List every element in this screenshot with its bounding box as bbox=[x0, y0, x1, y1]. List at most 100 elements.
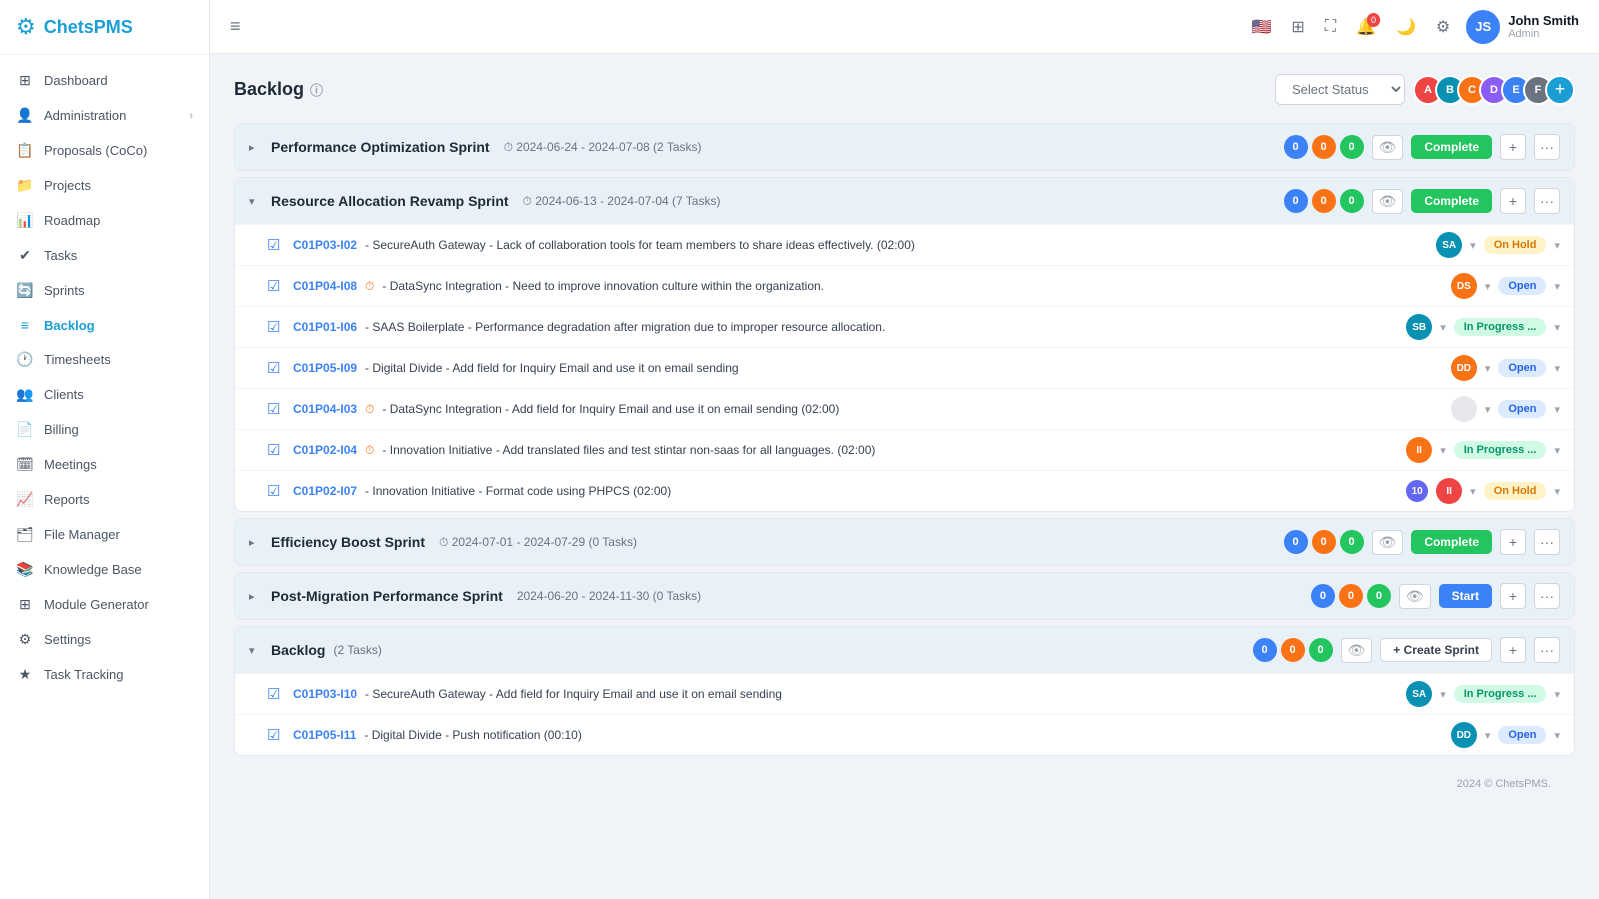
task-status-chevron[interactable]: ▾ bbox=[1554, 321, 1560, 334]
status-select[interactable]: Select Status Open In Progress On Hold C… bbox=[1275, 74, 1405, 105]
task-id[interactable]: C01P04-I03 bbox=[293, 402, 357, 416]
sidebar-item-module-generator[interactable]: ⊞ Module Generator bbox=[0, 587, 209, 622]
apps-icon[interactable]: ⊞ bbox=[1287, 13, 1308, 41]
sprint-complete-btn[interactable]: Complete bbox=[1411, 530, 1492, 554]
task-id[interactable]: C01P01-I06 bbox=[293, 320, 357, 334]
user-menu[interactable]: JS John Smith Admin bbox=[1466, 10, 1579, 44]
logo-icon: ⚙ bbox=[16, 14, 36, 40]
nav-label-reports: Reports bbox=[44, 492, 90, 507]
task-status-chevron[interactable]: ▾ bbox=[1554, 239, 1560, 252]
sidebar-item-clients[interactable]: 👥 Clients bbox=[0, 377, 209, 412]
task-expand-icon[interactable]: ▾ bbox=[1440, 444, 1446, 457]
sprint-eye-btn[interactable]: 👁 bbox=[1341, 638, 1373, 663]
settings-icon[interactable]: ⚙ bbox=[1432, 13, 1454, 41]
sidebar-item-dashboard[interactable]: ⊞ Dashboard bbox=[0, 63, 209, 98]
sprint-add-btn[interactable]: + bbox=[1500, 188, 1526, 214]
task-expand-icon[interactable]: ▾ bbox=[1485, 729, 1491, 742]
sprint-more-btn[interactable]: ··· bbox=[1534, 529, 1560, 555]
sprint-complete-btn[interactable]: Complete bbox=[1411, 135, 1492, 159]
sidebar-item-task-tracking[interactable]: ★ Task Tracking bbox=[0, 657, 209, 692]
task-status-chevron[interactable]: ▾ bbox=[1554, 280, 1560, 293]
sidebar-item-reports[interactable]: 📈 Reports bbox=[0, 482, 209, 517]
sidebar-item-knowledge-base[interactable]: 📚 Knowledge Base bbox=[0, 552, 209, 587]
task-row: ☑ C01P01-I06 - SAAS Boilerplate - Perfor… bbox=[235, 306, 1574, 347]
task-id[interactable]: C01P05-I09 bbox=[293, 361, 357, 375]
task-expand-icon[interactable]: ▾ bbox=[1440, 321, 1446, 334]
dark-mode-icon[interactable]: 🌙 bbox=[1392, 13, 1420, 41]
task-status-chevron[interactable]: ▾ bbox=[1554, 362, 1560, 375]
sprint-add-btn[interactable]: + bbox=[1500, 134, 1526, 160]
sprint-header[interactable]: ▾ Resource Allocation Revamp Sprint ⏱ 20… bbox=[235, 178, 1574, 224]
sprint-start-btn[interactable]: Start bbox=[1439, 584, 1492, 608]
task-expand-icon[interactable]: ▾ bbox=[1440, 688, 1446, 701]
sprint-header[interactable]: ▾ Backlog (2 Tasks) 0 0 0 👁 + Create Spr… bbox=[235, 627, 1574, 673]
sidebar-item-file-manager[interactable]: 🗂 File Manager bbox=[0, 517, 209, 552]
add-member-button[interactable]: + bbox=[1545, 75, 1575, 105]
sidebar-item-backlog[interactable]: ≡ Backlog bbox=[0, 308, 209, 342]
hamburger-button[interactable]: ≡ bbox=[230, 16, 241, 37]
task-checkbox[interactable]: ☑ bbox=[267, 359, 285, 377]
task-id[interactable]: C01P05-I11 bbox=[293, 728, 356, 742]
sprint-more-btn[interactable]: ··· bbox=[1534, 134, 1560, 160]
task-expand-icon[interactable]: ▾ bbox=[1485, 362, 1491, 375]
sprint-eye-btn[interactable]: 👁 bbox=[1372, 189, 1404, 214]
flag-icon[interactable]: 🇺🇸 bbox=[1248, 13, 1276, 41]
task-checkbox[interactable]: ☑ bbox=[267, 441, 285, 459]
task-description: - DataSync Integration - Need to improve… bbox=[382, 279, 1442, 293]
sidebar-item-administration[interactable]: 👤 Administration › bbox=[0, 98, 209, 133]
sprint-header[interactable]: ▸ Post-Migration Performance Sprint 2024… bbox=[235, 573, 1574, 619]
sidebar-item-proposals[interactable]: 📋 Proposals (CoCo) bbox=[0, 133, 209, 168]
task-expand-icon[interactable]: ▾ bbox=[1485, 403, 1491, 416]
task-status-chevron[interactable]: ▾ bbox=[1554, 729, 1560, 742]
task-expand-icon[interactable]: ▾ bbox=[1470, 485, 1476, 498]
task-id[interactable]: C01P03-I10 bbox=[293, 687, 357, 701]
nav-icon-task-tracking: ★ bbox=[16, 666, 34, 683]
task-expand-icon[interactable]: ▾ bbox=[1470, 239, 1476, 252]
task-avatar: SA bbox=[1436, 232, 1462, 258]
task-status-chevron[interactable]: ▾ bbox=[1554, 444, 1560, 457]
task-checkbox[interactable]: ☑ bbox=[267, 482, 285, 500]
sprint-complete-btn[interactable]: Complete bbox=[1411, 189, 1492, 213]
sprint-header[interactable]: ▸ Performance Optimization Sprint ⏱ 2024… bbox=[235, 124, 1574, 170]
sprint-header[interactable]: ▸ Efficiency Boost Sprint ⏱ 2024-07-01 -… bbox=[235, 519, 1574, 565]
sidebar-item-tasks[interactable]: ✔ Tasks bbox=[0, 238, 209, 273]
sidebar-item-sprints[interactable]: 🔄 Sprints bbox=[0, 273, 209, 308]
task-status-badge: In Progress ... bbox=[1454, 685, 1547, 703]
sprint-section-sprint1: ▸ Performance Optimization Sprint ⏱ 2024… bbox=[234, 123, 1575, 171]
task-status-chevron[interactable]: ▾ bbox=[1554, 688, 1560, 701]
sprint-add-btn[interactable]: + bbox=[1500, 637, 1526, 663]
sprint-eye-btn[interactable]: 👁 bbox=[1372, 135, 1404, 160]
sprint-add-btn[interactable]: + bbox=[1500, 529, 1526, 555]
sidebar-item-timesheets[interactable]: 🕐 Timesheets bbox=[0, 342, 209, 377]
task-expand-icon[interactable]: ▾ bbox=[1485, 280, 1491, 293]
sidebar-item-billing[interactable]: 📄 Billing bbox=[0, 412, 209, 447]
sprint-more-btn[interactable]: ··· bbox=[1534, 188, 1560, 214]
info-icon[interactable]: ⓘ bbox=[310, 80, 323, 99]
task-checkbox[interactable]: ☑ bbox=[267, 400, 285, 418]
task-row: ☑ C01P02-I04 ⏱ - Innovation Initiative -… bbox=[235, 429, 1574, 470]
fullscreen-icon[interactable]: ⛶ bbox=[1321, 14, 1340, 40]
task-checkbox[interactable]: ☑ bbox=[267, 236, 285, 254]
sidebar-item-projects[interactable]: 📁 Projects bbox=[0, 168, 209, 203]
task-checkbox[interactable]: ☑ bbox=[267, 685, 285, 703]
task-status-chevron[interactable]: ▾ bbox=[1554, 485, 1560, 498]
task-checkbox[interactable]: ☑ bbox=[267, 726, 285, 744]
sidebar-item-settings[interactable]: ⚙ Settings bbox=[0, 622, 209, 657]
task-checkbox[interactable]: ☑ bbox=[267, 318, 285, 336]
task-checkbox[interactable]: ☑ bbox=[267, 277, 285, 295]
sprint-eye-btn[interactable]: 👁 bbox=[1372, 530, 1404, 555]
notifications-icon[interactable]: 🔔 0 bbox=[1352, 13, 1380, 41]
sprint-create-btn[interactable]: + Create Sprint bbox=[1380, 638, 1492, 662]
task-id[interactable]: C01P02-I07 bbox=[293, 484, 357, 498]
sprint-add-btn[interactable]: + bbox=[1500, 583, 1526, 609]
task-status-chevron[interactable]: ▾ bbox=[1554, 403, 1560, 416]
sprint-eye-btn[interactable]: 👁 bbox=[1399, 584, 1431, 609]
task-id[interactable]: C01P04-I08 bbox=[293, 279, 357, 293]
sprint-more-btn[interactable]: ··· bbox=[1534, 637, 1560, 663]
sidebar-item-meetings[interactable]: 🗓 Meetings bbox=[0, 447, 209, 482]
page-footer: 2024 © ChetsPMS. bbox=[234, 762, 1575, 798]
sidebar-item-roadmap[interactable]: 📊 Roadmap bbox=[0, 203, 209, 238]
task-id[interactable]: C01P03-I02 bbox=[293, 238, 357, 252]
sprint-more-btn[interactable]: ··· bbox=[1534, 583, 1560, 609]
task-id[interactable]: C01P02-I04 bbox=[293, 443, 357, 457]
